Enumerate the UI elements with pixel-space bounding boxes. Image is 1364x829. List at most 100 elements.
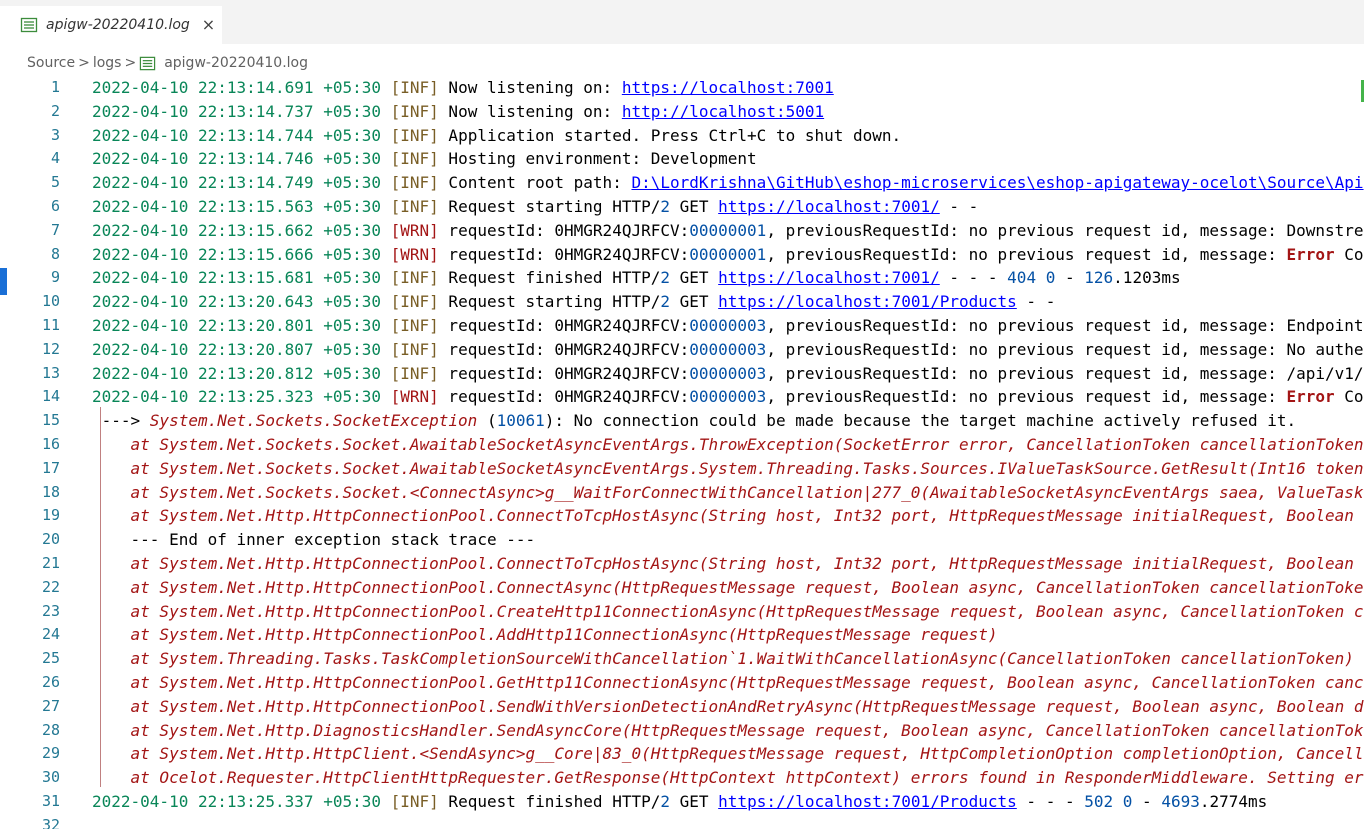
url-link[interactable]: http://localhost:5001 xyxy=(622,102,824,121)
editor-line[interactable]: 16 at System.Net.Sockets.Socket.Awaitabl… xyxy=(0,433,1364,457)
number-token: 00000003 xyxy=(689,387,767,407)
timestamp: 2022-04-10 22:13:14.737 +05:30 xyxy=(92,101,381,121)
editor-line[interactable]: 9 2022-04-10 22:13:15.681 +05:30 [INF] Re… xyxy=(0,266,1364,290)
editor-line[interactable]: 4 2022-04-10 22:13:14.746 +05:30 [INF] Ho… xyxy=(0,147,1364,171)
line-content: at System.Net.Http.HttpConnectionPool.Ge… xyxy=(92,671,1364,695)
line-number: 1 xyxy=(50,78,60,96)
editor-line[interactable]: 23 at System.Net.Http.HttpConnectionPool… xyxy=(0,600,1364,624)
breadcrumb-item-file[interactable]: apigw-20220410.log xyxy=(164,55,308,71)
log-text: , previousRequestId: no previous request… xyxy=(766,316,1364,335)
log-text: Application started. Press Ctrl+C to shu… xyxy=(438,125,902,145)
line-content: 2022-04-10 22:13:25.337 +05:30 [INF] Req… xyxy=(92,790,1267,814)
timestamp: 2022-04-10 22:13:14.744 +05:30 xyxy=(92,125,381,145)
url-link[interactable]: https://localhost:7001/ xyxy=(718,268,940,287)
url-link[interactable]: https://localhost:7001/Products xyxy=(718,292,1017,311)
editor-line[interactable]: 6 2022-04-10 22:13:15.563 +05:30 [INF] Re… xyxy=(0,195,1364,219)
breadcrumb-item-logs[interactable]: logs xyxy=(93,55,122,71)
log-text: - xyxy=(1132,792,1162,811)
line-number: 28 xyxy=(41,720,60,739)
tab-title: apigw-20220410.log xyxy=(46,17,190,33)
log-text: Co xyxy=(1334,387,1364,407)
line-content: 2022-04-10 22:13:14.749 +05:30 [INF] Con… xyxy=(92,171,1364,195)
editor-line[interactable]: 5 2022-04-10 22:13:14.749 +05:30 [INF] Co… xyxy=(0,171,1364,195)
line-number: 7 xyxy=(50,220,60,239)
line-content: at System.Net.Sockets.Socket.<ConnectAsy… xyxy=(92,481,1364,505)
editor-line[interactable]: 11 2022-04-10 22:13:20.801 +05:30 [INF] r… xyxy=(0,314,1364,338)
editor-line[interactable]: 17 at System.Net.Sockets.Socket.Awaitabl… xyxy=(0,457,1364,481)
editor-line[interactable]: 10 2022-04-10 22:13:20.643 +05:30 [INF] R… xyxy=(0,290,1364,314)
editor-line[interactable]: 21 at System.Net.Http.HttpConnectionPool… xyxy=(0,552,1364,576)
line-number: 6 xyxy=(50,197,60,215)
timestamp: 2022-04-10 22:13:14.691 +05:30 xyxy=(92,78,381,97)
stack-frame: at System.Net.Sockets.Socket.<ConnectAsy… xyxy=(130,482,1364,502)
editor-line[interactable]: 20 --- End of inner exception stack trac… xyxy=(0,528,1364,552)
timestamp: 2022-04-10 22:13:15.666 +05:30 xyxy=(92,244,381,264)
line-content: 2022-04-10 22:13:20.643 +05:30 [INF] Req… xyxy=(92,290,1055,314)
tab-bar: apigw-20220410.log × xyxy=(0,6,1364,44)
close-icon[interactable]: × xyxy=(202,17,215,33)
editor-line[interactable]: 2 2022-04-10 22:13:14.737 +05:30 [INF] No… xyxy=(0,100,1364,124)
log-text: .1203ms xyxy=(1113,268,1181,288)
line-content: ---> System.Net.Sockets.SocketException … xyxy=(92,409,1296,433)
number-token: 502 xyxy=(1084,792,1114,811)
editor-line[interactable]: 12 2022-04-10 22:13:20.807 +05:30 [INF] r… xyxy=(0,338,1364,362)
log-level-wrn: [WRN] xyxy=(390,387,439,407)
editor-line[interactable]: 32 xyxy=(0,814,1364,829)
editor-line[interactable]: 8 2022-04-10 22:13:15.666 +05:30 [WRN] re… xyxy=(0,243,1364,267)
editor-line[interactable]: 14 2022-04-10 22:13:25.323 +05:30 [WRN] r… xyxy=(0,385,1364,409)
breadcrumb: Source > logs > apigw-20220410.log xyxy=(27,52,308,74)
breadcrumb-item-source[interactable]: Source xyxy=(27,55,75,71)
line-content: at System.Net.Sockets.Socket.AwaitableSo… xyxy=(92,457,1364,481)
editor-line[interactable]: 7 2022-04-10 22:13:15.662 +05:30 [WRN] re… xyxy=(0,219,1364,243)
line-number: 12 xyxy=(41,339,60,358)
editor-line[interactable]: 30 at Ocelot.Requester.HttpClientHttpReq… xyxy=(0,766,1364,790)
url-link[interactable]: https://localhost:7001 xyxy=(622,78,834,97)
timestamp: 2022-04-10 22:13:15.563 +05:30 xyxy=(92,197,381,216)
number-token: 2 xyxy=(660,197,670,216)
path-link[interactable]: D:\LordKrishna\GitHub\eshop-microservice… xyxy=(631,173,1363,192)
line-number: 13 xyxy=(41,363,60,382)
stack-frame: at System.Threading.Tasks.TaskCompletion… xyxy=(130,649,1354,669)
log-file-icon xyxy=(20,16,38,34)
editor-line[interactable]: 27 at System.Net.Http.HttpConnectionPool… xyxy=(0,695,1364,719)
editor-line[interactable]: 18 at System.Net.Sockets.Socket.<Connect… xyxy=(0,481,1364,505)
editor-line[interactable]: 1 2022-04-10 22:13:14.691 +05:30 [INF] No… xyxy=(0,76,1364,100)
editor-line[interactable]: 15 ---> System.Net.Sockets.SocketExcepti… xyxy=(0,409,1364,433)
line-content: 2022-04-10 22:13:15.563 +05:30 [INF] Req… xyxy=(92,195,978,219)
stack-frame: at System.Net.Sockets.Socket.AwaitableSo… xyxy=(130,435,1364,454)
url-link[interactable]: https://localhost:7001/ xyxy=(718,197,940,216)
editor-text-area[interactable]: 1 2022-04-10 22:13:14.691 +05:30 [INF] No… xyxy=(0,76,1364,829)
editor-line[interactable]: 13 2022-04-10 22:13:20.812 +05:30 [INF] r… xyxy=(0,362,1364,386)
timestamp: 2022-04-10 22:13:15.681 +05:30 xyxy=(92,268,381,288)
editor-line[interactable]: 19 at System.Net.Http.HttpConnectionPool… xyxy=(0,504,1364,528)
line-content: at System.Net.Http.DiagnosticsHandler.Se… xyxy=(92,719,1364,743)
editor-line[interactable]: 24 at System.Net.Http.HttpConnectionPool… xyxy=(0,623,1364,647)
editor-line[interactable]: 3 2022-04-10 22:13:14.744 +05:30 [INF] Ap… xyxy=(0,124,1364,148)
timestamp: 2022-04-10 22:13:20.801 +05:30 xyxy=(92,316,381,335)
log-text: - - xyxy=(939,197,979,216)
editor-line[interactable]: 28 at System.Net.Http.DiagnosticsHandler… xyxy=(0,719,1364,743)
chevron-right-icon: > xyxy=(124,55,137,71)
log-text: requestId: 0HMGR24QJRFCV: xyxy=(438,387,690,407)
tab-apigw-log[interactable]: apigw-20220410.log × xyxy=(0,6,222,44)
line-number: 27 xyxy=(41,696,60,715)
timestamp: 2022-04-10 22:13:20.807 +05:30 xyxy=(92,339,381,359)
editor-line[interactable]: 29 at System.Net.Http.HttpClient.<SendAs… xyxy=(0,742,1364,766)
editor-line[interactable]: 25 at System.Threading.Tasks.TaskComplet… xyxy=(0,647,1364,671)
editor-line[interactable]: 22 at System.Net.Http.HttpConnectionPool… xyxy=(0,576,1364,600)
stack-frame: at System.Net.Http.DiagnosticsHandler.Se… xyxy=(130,720,1364,740)
editor-line[interactable]: 26 at System.Net.Http.HttpConnectionPool… xyxy=(0,671,1364,695)
log-text: GET xyxy=(670,197,719,216)
editor-line[interactable]: 31 2022-04-10 22:13:25.337 +05:30 [INF] R… xyxy=(0,790,1364,814)
url-link[interactable]: https://localhost:7001/Products xyxy=(718,792,1017,811)
line-content: 2022-04-10 22:13:15.662 +05:30 [WRN] req… xyxy=(92,219,1364,243)
line-content: 2022-04-10 22:13:15.666 +05:30 [WRN] req… xyxy=(92,243,1364,267)
